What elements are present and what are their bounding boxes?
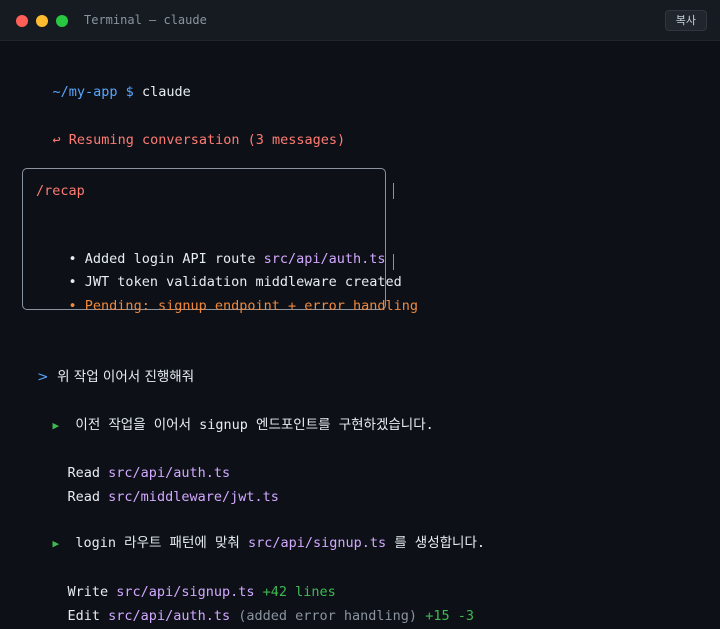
tool-verb: Edit bbox=[67, 608, 101, 624]
title-bar: Terminal — claude 복사 bbox=[0, 0, 720, 41]
edit-note: (added error handling) bbox=[238, 608, 418, 624]
minimize-window-button[interactable] bbox=[36, 15, 48, 27]
copy-button[interactable]: 복사 bbox=[664, 10, 707, 31]
bullet: • bbox=[68, 298, 77, 314]
file-path: src/middleware/jwt.ts bbox=[108, 489, 279, 505]
resume-text: Resuming conversation (3 messages) bbox=[68, 132, 346, 148]
user-message-text: 위 작업 이어서 진행해줘 bbox=[57, 369, 195, 385]
play-marker-icon: ▶ bbox=[52, 419, 60, 432]
close-window-button[interactable] bbox=[16, 15, 28, 27]
assistant-message-text: 이전 작업을 이어서 signup 엔드포인트를 구현하겠습니다. bbox=[75, 417, 434, 433]
recap-item: • Pending: signup endpoint + error handl… bbox=[36, 276, 419, 314]
recap-item: • JWT token validation middleware create… bbox=[36, 252, 402, 290]
assistant-message-text: login 라우트 패턴에 맞춰 bbox=[75, 535, 240, 551]
maximize-window-button[interactable] bbox=[56, 15, 68, 27]
play-marker-icon: ▶ bbox=[52, 537, 60, 550]
tool-verb: Read bbox=[67, 489, 101, 505]
window-title: Terminal — claude bbox=[84, 13, 207, 27]
prompt-line: ~/my-app $ claude bbox=[20, 62, 191, 100]
recap-item: • Added login API route src/api/auth.ts bbox=[36, 229, 386, 267]
file-path: src/api/signup.ts bbox=[247, 535, 387, 551]
user-marker-icon: > bbox=[37, 369, 49, 385]
prompt-path: ~/my-app $ bbox=[52, 84, 134, 100]
user-message: > 위 작업 이어서 진행해줘 bbox=[20, 347, 194, 385]
file-path: src/api/auth.ts bbox=[108, 608, 231, 624]
box-edge bbox=[393, 183, 394, 199]
tool-read-line: Read src/api/auth.ts bbox=[35, 443, 231, 481]
tool-edit-line: Edit src/api/auth.ts (added error handli… bbox=[35, 586, 474, 624]
resume-line: ↩ Resuming conversation (3 messages) bbox=[20, 110, 346, 148]
tool-read-line: Read src/middleware/jwt.ts bbox=[35, 467, 279, 505]
prompt-command: claude bbox=[141, 84, 191, 100]
recap-heading: /recap bbox=[36, 183, 85, 199]
assistant-message: ▶ login 라우트 패턴에 맞춰 src/api/signup.ts 를 생… bbox=[20, 513, 486, 551]
assistant-message: ▶ 이전 작업을 이어서 signup 엔드포인트를 구현하겠습니다. bbox=[20, 395, 434, 433]
tool-write-line: Write src/api/signup.ts +42 lines bbox=[35, 562, 336, 600]
terminal-window: Terminal — claude 복사 ~/my-app $ claude ↩… bbox=[0, 0, 720, 629]
return-arrow-icon: ↩ bbox=[52, 132, 61, 148]
recap-item-text: Pending: signup endpoint + error handlin… bbox=[84, 298, 419, 314]
diff-stat: +15 -3 bbox=[425, 608, 474, 624]
assistant-message-text: 를 생성합니다. bbox=[394, 535, 486, 551]
